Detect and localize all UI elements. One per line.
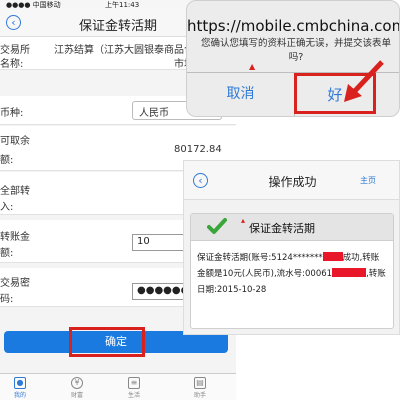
arrow-icon — [344, 60, 384, 102]
tab-wealth[interactable]: ¥ 财富 — [62, 377, 92, 399]
password-label-cont: 码: — [0, 294, 14, 305]
cart-icon: ≡ — [128, 377, 140, 389]
available-label: 可取余 — [0, 136, 30, 147]
currency-label: 币种: — [0, 108, 24, 119]
result-line-3: 日期:2015-10-28 — [197, 285, 267, 295]
result-card-title: 保证金转活期 — [249, 222, 315, 235]
result-detail: 保证金转活期(账号:5124******* 成功,转账 金额是10元(人民币),流… — [197, 250, 391, 298]
result-nav-bar: ‹ 操作成功 主页 — [184, 161, 399, 200]
home-link[interactable]: 主页 — [360, 175, 376, 186]
tab-mine-label: 我的 — [13, 392, 26, 399]
tab-life-label: 生活 — [127, 392, 140, 399]
dialog-host: https://mobile.cmbchina.com — [187, 17, 400, 35]
tab-wealth-label: 财富 — [70, 392, 83, 399]
tab-assistant[interactable]: ▤ 助手 — [185, 377, 215, 399]
redaction-bar — [322, 252, 343, 261]
exchange-value: 江苏结算（江苏大圆银泰商品合 — [54, 45, 194, 56]
available-label-cont: 额: — [0, 155, 14, 166]
result-line-2: 金额是10元(人民币),流水号:00061 ,转账 — [197, 266, 391, 282]
password-label: 交易密 — [0, 278, 30, 289]
result-screen: ‹ 操作成功 主页 ▴ 保证金转活期 保证金转活期(账号:5124*******… — [183, 160, 400, 335]
person-icon: ● — [14, 377, 26, 389]
dialog-cancel-button[interactable]: 取消 — [187, 83, 294, 103]
tab-life[interactable]: ≡ 生活 — [119, 377, 149, 399]
result-card: ▴ 保证金转活期 保证金转活期(账号:5124******* 成功,转账 金额是1… — [190, 213, 394, 329]
exchange-label: 交易所 — [0, 45, 30, 56]
transfer-all-label: 全部转 — [0, 186, 30, 197]
amount-label: 转账金 — [0, 232, 30, 243]
tab-mine[interactable]: ● 我的 — [5, 377, 35, 399]
amount-label-cont: 额: — [0, 248, 14, 259]
checkmark-icon — [207, 218, 227, 234]
result-line-1-b: 成功,转账 — [342, 253, 380, 263]
result-line-2-a: 金额是10元(人民币),流水号:00061 — [197, 269, 333, 279]
marker-dot-icon: ▴ — [241, 216, 246, 225]
briefcase-icon: ▤ — [194, 377, 206, 389]
available-value: 80172.84 — [174, 144, 222, 155]
redaction-bar — [332, 268, 367, 277]
highlight-frame — [69, 327, 145, 357]
tab-assistant-label: 助手 — [193, 392, 206, 399]
transfer-all-label-cont: 入: — [0, 202, 14, 213]
result-card-header: ▴ 保证金转活期 — [191, 214, 393, 241]
result-line-2-b: ,转账 — [366, 269, 386, 279]
result-line-1: 保证金转活期(账号:5124******* 成功,转账 — [197, 250, 391, 266]
currency-value: 人民币 — [139, 108, 169, 119]
password-value: ●●●●●● — [137, 285, 190, 296]
tab-bar: ● 我的 ¥ 财富 ≡ 生活 ▤ 助手 — [0, 373, 236, 400]
arrow-marker-icon: ▲ — [249, 62, 256, 71]
amount-value: 10 — [137, 236, 150, 247]
result-line-1-a: 保证金转活期(账号:5124******* — [197, 253, 323, 263]
yen-icon: ¥ — [71, 377, 83, 389]
name-label: 名称: — [0, 59, 24, 70]
